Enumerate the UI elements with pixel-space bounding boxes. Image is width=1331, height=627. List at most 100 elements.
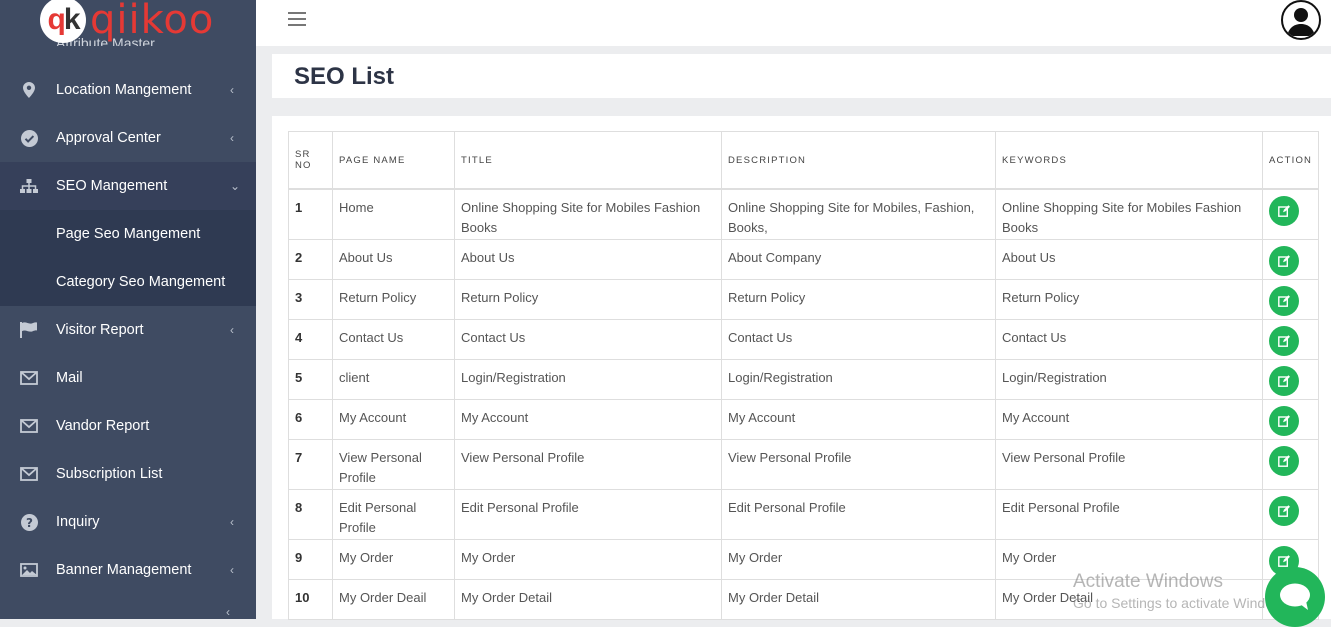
cell-sr-no: 2 xyxy=(288,238,333,280)
table-row: 8 Edit Personal Profile Edit Personal Prof… xyxy=(288,488,1320,540)
sidebar: Attribute Master qk qiikoo Location Mang… xyxy=(0,0,256,619)
seo-table-card: SR NO PAGE NAME TITLE DESCRIPTION KEYWOR… xyxy=(272,116,1331,620)
cell-page-name: My Account xyxy=(332,398,455,440)
envelope-icon xyxy=(20,465,38,483)
cell-page-name: Home xyxy=(332,188,455,240)
sidebar-item-label: Vandor Report xyxy=(56,418,150,434)
sidebar-item-label: Location Mangement xyxy=(56,82,192,98)
cell-description: My Order xyxy=(721,538,996,580)
edit-button[interactable] xyxy=(1269,285,1299,316)
column-header-action: ACTION xyxy=(1261,131,1320,190)
sidebar-item-seo[interactable]: SEO Mangement ⌄ xyxy=(0,162,256,210)
cell-sr-no: 7 xyxy=(288,438,333,490)
cell-description: Online Shopping Site for Mobiles, Fashio… xyxy=(721,188,996,240)
sidebar-item-label: Visitor Report xyxy=(56,322,144,338)
edit-icon xyxy=(1278,504,1290,517)
column-header-page-name: PAGE NAME xyxy=(332,131,455,190)
cell-action xyxy=(1261,238,1320,280)
sidebar-item-mail[interactable]: Mail xyxy=(0,354,256,402)
envelope-icon xyxy=(20,369,38,387)
sitemap-icon xyxy=(20,177,38,195)
map-pin-icon xyxy=(20,81,38,99)
cell-keywords: Return Policy xyxy=(995,278,1263,320)
cell-sr-no: 9 xyxy=(288,538,333,580)
cell-title: Login/Registration xyxy=(454,358,722,400)
edit-icon xyxy=(1278,334,1290,347)
cell-description: Edit Personal Profile xyxy=(721,488,996,540)
windows-activation-watermark: Activate Windows Go to Settings to activ… xyxy=(1073,571,1294,611)
cell-sr-no: 1 xyxy=(288,188,333,240)
edit-icon xyxy=(1278,205,1290,217)
chevron-left-icon: ‹ xyxy=(230,515,234,529)
column-header-keywords: KEYWORDS xyxy=(995,131,1263,190)
column-header-sr-no: SR NO xyxy=(288,131,333,190)
edit-icon xyxy=(1278,554,1290,567)
edit-button[interactable] xyxy=(1269,196,1299,226)
edit-button[interactable] xyxy=(1269,405,1299,436)
edit-icon xyxy=(1278,294,1290,307)
cell-action xyxy=(1261,358,1320,400)
hamburger-menu-icon[interactable] xyxy=(288,12,306,26)
page-title: SEO List xyxy=(294,63,395,90)
check-circle-icon xyxy=(20,129,38,147)
cell-description: Return Policy xyxy=(721,278,996,320)
cell-keywords: View Personal Profile xyxy=(995,438,1263,490)
logo-mark-k: k xyxy=(63,3,81,36)
sidebar-subitem-page-seo[interactable]: Page Seo Mangement xyxy=(0,210,256,258)
cell-sr-no: 8 xyxy=(288,488,333,540)
edit-button[interactable] xyxy=(1269,445,1299,476)
logo-mark: qk xyxy=(40,0,86,43)
table-header-row: SR NO PAGE NAME TITLE DESCRIPTION KEYWOR… xyxy=(288,131,1320,190)
sidebar-item-banner[interactable]: Banner Management ‹ xyxy=(0,546,256,594)
sidebar-item-approval[interactable]: Approval Center ‹ xyxy=(0,114,256,162)
sidebar-item-visitor-report[interactable]: Visitor Report ‹ xyxy=(0,306,256,354)
cell-description: Contact Us xyxy=(721,318,996,360)
cell-keywords: My Account xyxy=(995,398,1263,440)
edit-button[interactable] xyxy=(1269,245,1299,276)
cell-description: Login/Registration xyxy=(721,358,996,400)
edit-button[interactable] xyxy=(1269,325,1299,356)
column-header-title: TITLE xyxy=(454,131,722,190)
cell-page-name: Edit Personal Profile xyxy=(332,488,455,540)
cell-title: My Account xyxy=(454,398,722,440)
table-row: 3 Return Policy Return Policy Return Policy… xyxy=(288,278,1320,320)
cell-keywords: Edit Personal Profile xyxy=(995,488,1263,540)
sidebar-item-inquiry[interactable]: ? Inquiry ‹ xyxy=(0,498,256,546)
sidebar-item-label: Banner Management xyxy=(56,562,192,578)
sidebar-item-location[interactable]: Location Mangement ‹ xyxy=(0,66,256,114)
cell-title: Return Policy xyxy=(454,278,722,320)
edit-button[interactable] xyxy=(1269,495,1299,526)
chevron-left-icon: ‹ xyxy=(230,131,234,145)
avatar[interactable] xyxy=(1281,0,1321,40)
table-body: 1 Home Online Shopping Site for Mobiles Fa… xyxy=(288,188,1320,620)
sidebar-item-label: Subscription List xyxy=(56,466,163,482)
cell-title: My Order xyxy=(454,538,722,580)
edit-button[interactable] xyxy=(1269,365,1299,396)
sidebar-item-vandor-report[interactable]: Vandor Report xyxy=(0,402,256,450)
chevron-down-icon: ⌄ xyxy=(230,179,241,193)
seo-table: SR NO PAGE NAME TITLE DESCRIPTION KEYWOR… xyxy=(288,131,1320,620)
sidebar-subitem-category-seo[interactable]: Category Seo Mangement xyxy=(0,258,256,306)
edit-icon xyxy=(1278,414,1290,427)
cell-keywords: Online Shopping Site for Mobiles Fashion… xyxy=(995,188,1263,240)
logo[interactable]: qk qiikoo xyxy=(40,0,214,46)
cell-description: My Account xyxy=(721,398,996,440)
sidebar-item-subscription-list[interactable]: Subscription List xyxy=(0,450,256,498)
cell-page-name: client xyxy=(332,358,455,400)
cell-title: About Us xyxy=(454,238,722,280)
cell-sr-no: 5 xyxy=(288,358,333,400)
table-row: 4 Contact Us Contact Us Contact Us Contact U… xyxy=(288,318,1320,360)
chevron-left-icon[interactable]: ‹ xyxy=(226,605,230,619)
cell-action xyxy=(1261,398,1320,440)
flag-icon xyxy=(20,321,38,339)
edit-icon xyxy=(1278,374,1290,387)
cell-title: Contact Us xyxy=(454,318,722,360)
cell-keywords: About Us xyxy=(995,238,1263,280)
logo-bar: Attribute Master qk qiikoo xyxy=(0,0,256,46)
edit-icon xyxy=(1278,254,1290,267)
cell-page-name: View Personal Profile xyxy=(332,438,455,490)
chat-bubble-icon[interactable] xyxy=(1265,567,1325,627)
sidebar-item-label: Inquiry xyxy=(56,514,100,530)
watermark-line-2: Go to Settings to activate Windows. xyxy=(1073,595,1294,611)
cell-page-name: My Order xyxy=(332,538,455,580)
